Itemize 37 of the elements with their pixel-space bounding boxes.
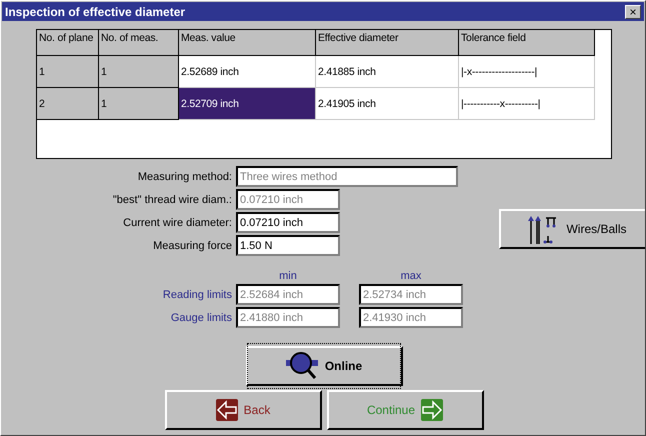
column-label: min <box>278 270 298 282</box>
column-label: max <box>400 270 422 282</box>
input-field[interactable]: 0.07210 inch <box>236 212 340 233</box>
table-cell: |-x-------------------| <box>459 56 595 88</box>
wires-balls-button[interactable]: Wires/Balls <box>499 209 645 249</box>
field-label: Measuring force <box>152 240 232 252</box>
column-header: Meas. value <box>179 30 316 56</box>
field-label: Current wire diameter: <box>122 216 232 228</box>
input-field[interactable]: 2.52734 inch <box>359 284 463 305</box>
field-label: Measuring method: <box>136 170 232 182</box>
table-cell: 2.41905 inch <box>316 88 459 120</box>
table-cell: 2.41885 inch <box>316 56 459 88</box>
table-cell: 2 <box>37 88 99 120</box>
table-cell: |-----------x----------| <box>459 88 595 120</box>
window-title: Inspection of effective diameter <box>5 4 186 18</box>
field-label: "best" thread wire diam.: <box>112 194 232 206</box>
back-button[interactable]: Back <box>164 390 322 430</box>
input-field[interactable]: 2.41880 inch <box>236 307 340 328</box>
field-label: Gauge limits <box>170 312 232 324</box>
table-cell[interactable]: 2.52709 inch <box>179 88 316 120</box>
left-arrow-icon <box>216 399 238 421</box>
online-button[interactable]: Online <box>246 346 402 386</box>
input-field[interactable]: 2.52684 inch <box>236 284 340 305</box>
column-header: No. of meas. <box>99 30 179 56</box>
column-header: Effective diameter <box>316 30 459 56</box>
magnifier-icon <box>286 351 320 381</box>
right-arrow-icon <box>421 399 444 421</box>
input-field[interactable]: 2.41930 inch <box>359 307 463 328</box>
column-header: No. of plane <box>37 30 99 56</box>
table-cell[interactable]: 2.52689 inch <box>179 56 316 88</box>
close-button[interactable]: × <box>625 4 641 18</box>
table-cell: 1 <box>37 56 99 88</box>
column-header: Tolerance field <box>459 30 595 56</box>
table-cell: 1 <box>99 88 179 120</box>
table-cell: 1 <box>99 56 179 88</box>
field-label: Reading limits <box>162 288 232 300</box>
input-field[interactable]: 1.50 N <box>236 235 340 256</box>
